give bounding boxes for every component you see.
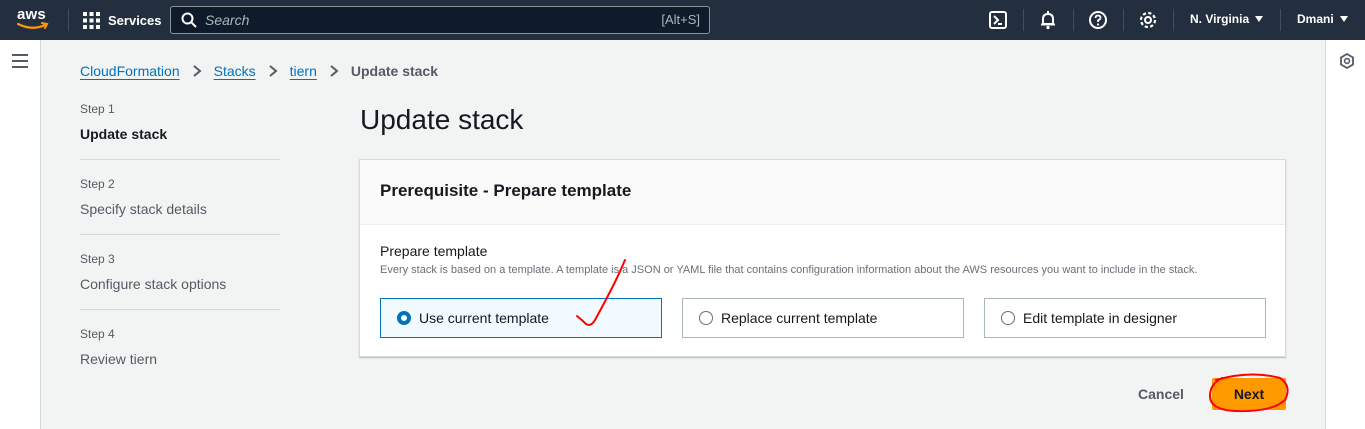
step-title: Review tiern [80,351,158,367]
breadcrumb-current: Update stack [350,63,439,79]
breadcrumb-stacks-link[interactable]: Stacks [214,63,256,79]
search-bar[interactable]: [Alt+S] [170,6,710,34]
panel-title: Prerequisite - Prepare template [380,181,632,200]
option-label: Edit template in designer [1023,310,1178,326]
step-divider [80,309,280,310]
help-icon[interactable] [1088,10,1108,30]
aws-logo-text: aws [17,6,46,23]
nav-separator [68,9,69,31]
panel-header: Prerequisite - Prepare template [360,160,1285,225]
step-divider [80,234,280,235]
settings-gear-icon[interactable] [1138,10,1158,30]
option-replace-current-template[interactable]: Replace current template [682,298,964,338]
wizard-steps: Step 1 Update stack Step 2 Specify stack… [80,102,280,402]
nav-separator [1173,9,1174,31]
option-label: Use current template [419,310,549,326]
step-title: Specify stack details [80,201,207,217]
breadcrumb: CloudFormation Stacks tiern Update stack [80,63,438,79]
region-label: N. Virginia [1190,12,1250,26]
step-number: Step 4 [80,327,115,341]
search-icon [181,12,197,28]
step-title: Update stack [80,126,168,142]
wizard-step-1: Step 1 Update stack [80,102,280,177]
wizard-step-2: Step 2 Specify stack details [80,177,280,252]
nav-separator [1073,9,1074,31]
aws-smile-icon [17,22,49,29]
radio-button[interactable] [1001,311,1015,325]
caret-down-icon [1255,16,1264,22]
next-button[interactable]: Next [1212,378,1286,410]
search-input[interactable] [205,7,625,33]
option-use-current-template[interactable]: Use current template [380,298,662,338]
search-shortcut-hint: [Alt+S] [661,12,700,27]
menu-hamburger-icon[interactable] [12,54,28,68]
nav-separator [1023,9,1024,31]
radio-button[interactable] [699,311,713,325]
prepare-template-label: Prepare template [380,243,488,259]
caret-down-icon [1339,16,1348,22]
chevron-right-icon [330,65,339,77]
prepare-template-panel: Prerequisite - Prepare template Prepare … [359,159,1286,357]
option-label: Replace current template [721,310,878,326]
option-edit-template-in-designer[interactable]: Edit template in designer [984,298,1266,338]
grid-icon [83,12,100,29]
chevron-right-icon [268,65,278,77]
radio-button-selected[interactable] [397,311,411,325]
help-panel-icon[interactable] [1339,53,1355,69]
step-number: Step 3 [80,252,115,266]
aws-logo[interactable]: aws [17,6,51,34]
wizard-step-4: Step 4 Review tiern [80,327,280,402]
account-menu[interactable]: Dmani [1297,12,1348,26]
breadcrumb-stack-link[interactable]: tiern [290,63,317,79]
chevron-right-icon [192,65,202,77]
step-divider [80,159,280,160]
nav-separator [1280,9,1281,31]
notifications-bell-icon[interactable] [1038,10,1058,30]
nav-separator [1123,9,1124,31]
services-label: Services [108,13,162,28]
step-title: Configure stack options [80,276,227,292]
cloudshell-icon[interactable] [988,10,1008,30]
prepare-template-description: Every stack is based on a template. A te… [380,264,1198,276]
page-title: Update stack [360,104,524,135]
step-number: Step 1 [80,102,115,116]
account-name: Dmani [1297,12,1334,26]
left-rail [0,40,41,429]
breadcrumb-cloudformation-link[interactable]: CloudFormation [80,63,180,79]
step-number: Step 2 [80,177,115,191]
top-navigation: aws Services [Alt+S] [0,0,1365,40]
right-rail [1325,40,1365,429]
wizard-step-3: Step 3 Configure stack options [80,252,280,327]
region-selector[interactable]: N. Virginia [1190,12,1264,26]
cancel-button[interactable]: Cancel [1120,378,1202,410]
